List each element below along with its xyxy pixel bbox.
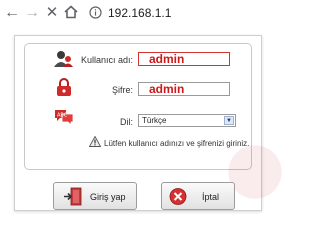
username-label: Kullanıcı adı: <box>80 55 133 65</box>
svg-text:ABC: ABC <box>57 113 68 119</box>
chevron-down-icon[interactable]: ▼ <box>224 116 234 125</box>
info-icon[interactable] <box>89 6 102 19</box>
forward-arrow-icon[interactable]: → <box>24 4 40 22</box>
username-field[interactable]: admin <box>138 52 230 66</box>
address-bar-url[interactable]: 192.168.1.1 <box>108 6 171 20</box>
door-enter-icon <box>64 187 82 206</box>
cancel-button[interactable]: İptal <box>161 182 235 210</box>
browser-toolbar: ← → ✕ 192.168.1.1 <box>0 0 300 28</box>
back-arrow-icon[interactable]: ← <box>4 4 20 22</box>
cancel-icon <box>169 188 187 205</box>
language-label: Dil: <box>120 117 133 127</box>
language-select[interactable]: Türkçe ▼ <box>138 114 236 127</box>
close-icon[interactable]: ✕ <box>44 4 60 22</box>
home-icon[interactable] <box>64 5 78 19</box>
language-selected-value: Türkçe <box>142 116 167 125</box>
password-label: Şifre: <box>111 85 133 95</box>
password-field[interactable]: admin <box>138 82 230 96</box>
login-button[interactable]: Giriş yap <box>53 182 137 210</box>
warning-icon <box>89 136 101 147</box>
login-button-label: Giriş yap <box>90 192 126 202</box>
cancel-button-label: İptal <box>202 192 220 202</box>
